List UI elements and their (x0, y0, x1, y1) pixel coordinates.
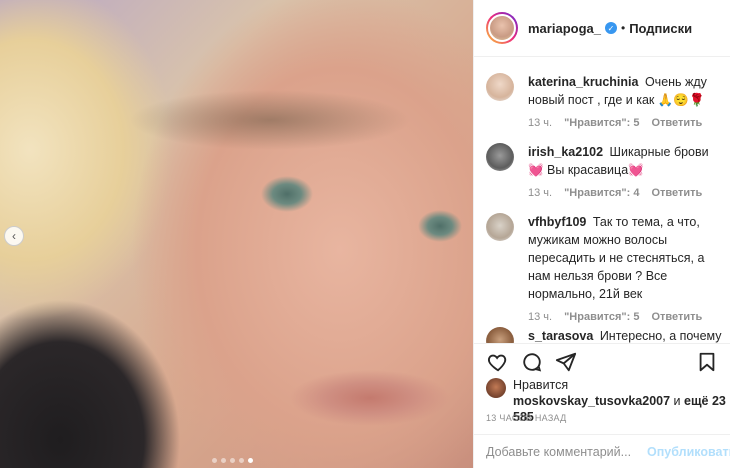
comments-list[interactable]: katerina_kruchinia Очень жду новый пост … (474, 57, 730, 343)
comment-likes[interactable]: "Нравится": 5 (564, 311, 639, 323)
liked-by-user[interactable]: moskovskay_tusovka2007 (513, 394, 670, 408)
comment-reply-button[interactable]: Ответить (651, 117, 702, 129)
author-avatar-ring[interactable] (486, 12, 518, 44)
like-heart-icon[interactable] (486, 350, 510, 374)
carousel-dot (212, 458, 217, 463)
post-photo[interactable]: ‹ (0, 0, 473, 468)
comment-reply-button[interactable]: Ответить (651, 187, 702, 199)
comment-input[interactable] (486, 444, 647, 459)
header-separator: • (620, 21, 626, 35)
liked-by-prefix: Нравится (513, 378, 569, 392)
liked-by-and: и (673, 394, 681, 408)
instagram-post: ‹ mariapoga_ ✓ • Подписки katerina_kruch… (0, 0, 730, 468)
add-comment-bar: Опубликовать (474, 434, 730, 468)
carousel-dot (239, 458, 244, 463)
following-button[interactable]: Подписки (629, 21, 692, 36)
carousel-dot (230, 458, 235, 463)
comment-username[interactable]: irish_ka2102 (528, 145, 603, 159)
save-bookmark-icon[interactable] (695, 350, 719, 374)
comment-reply-button[interactable]: Ответить (651, 311, 702, 323)
carousel-dot-active (248, 458, 253, 463)
post-header: mariapoga_ ✓ • Подписки (474, 0, 730, 57)
commenter-avatar[interactable] (486, 143, 514, 171)
author-avatar[interactable] (488, 14, 516, 42)
comment-username[interactable]: katerina_kruchinia (528, 75, 638, 89)
carousel-prev-icon[interactable]: ‹ (4, 226, 24, 246)
comment-likes[interactable]: "Нравится": 5 (564, 117, 639, 129)
commenter-avatar[interactable] (486, 327, 514, 343)
publish-button[interactable]: Опубликовать (647, 445, 730, 459)
share-paper-plane-icon[interactable] (554, 350, 578, 374)
verified-badge-icon: ✓ (604, 22, 617, 34)
post-side-panel: mariapoga_ ✓ • Подписки katerina_kruchin… (473, 0, 730, 468)
author-username[interactable]: mariapoga_ (528, 21, 601, 36)
comment-username[interactable]: vfhbyf109 (528, 215, 586, 229)
comment-time[interactable]: 13 ч. (528, 187, 552, 199)
commenter-avatar[interactable] (486, 213, 514, 241)
commenter-avatar[interactable] (486, 73, 514, 101)
comment-time[interactable]: 13 ч. (528, 311, 552, 323)
comment-bubble-icon[interactable] (520, 350, 544, 374)
post-actions-bar (474, 343, 730, 379)
carousel-dot (221, 458, 226, 463)
comment-username[interactable]: s_tarasova (528, 329, 593, 343)
carousel-dots (212, 458, 253, 463)
liked-by-avatar[interactable] (486, 378, 506, 398)
comment-time[interactable]: 13 ч. (528, 117, 552, 129)
comment-text: Интересно, а почему (599, 329, 722, 343)
comment-likes[interactable]: "Нравится": 4 (564, 187, 639, 199)
post-timestamp[interactable]: 13 ЧАСОВ НАЗАД (486, 413, 567, 423)
